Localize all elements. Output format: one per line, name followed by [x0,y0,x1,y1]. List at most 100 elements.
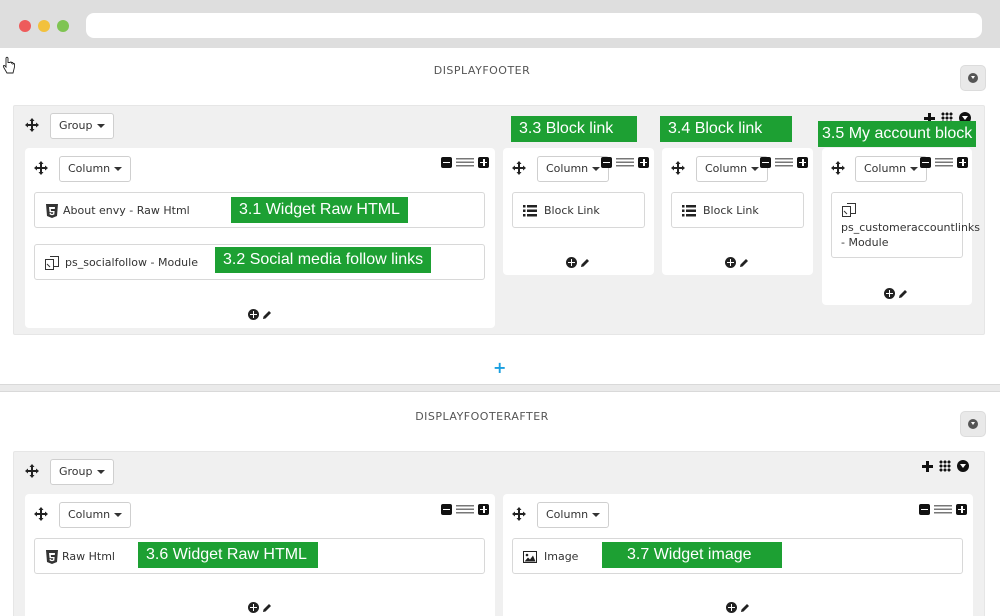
add-widget-icon[interactable] [726,602,737,613]
lines-icon[interactable] [456,504,474,514]
annotation-tag: 3.3 Block link [511,116,637,142]
caret-down-icon [592,513,601,517]
minus-icon[interactable] [760,156,771,168]
minus-icon[interactable] [920,156,931,168]
column-dropdown-label: Column [546,508,589,521]
widget-item[interactable]: ps_customeraccountlinks - Module [831,192,980,258]
add-widget-icon[interactable] [248,309,259,320]
widget-item[interactable]: Block Link [671,192,804,228]
column-dropdown-label: Column [68,508,111,521]
column-dropdown[interactable]: Column [696,156,769,182]
add-column-icon[interactable] [922,460,933,472]
move-icon[interactable] [512,507,526,521]
add-widget-icon[interactable] [725,257,736,268]
column-tools [760,156,808,168]
plus-icon[interactable] [956,503,967,515]
maximize-window-button[interactable] [57,20,69,32]
html5-icon [46,550,58,564]
column-tools [601,156,649,168]
widget-label: About envy - Raw Html [63,204,190,217]
column-tools [441,156,489,168]
widget-label: Raw Html [62,550,115,563]
pencil-icon[interactable] [739,258,749,268]
group-dropdown[interactable]: Group [50,113,114,139]
caret-down-icon [592,167,601,171]
widget-label: Block Link [703,204,759,217]
add-widget-icon[interactable] [566,257,577,268]
caret-down-icon [96,470,105,474]
minimize-window-button[interactable] [38,20,50,32]
add-edit-controls [726,602,750,613]
collapse-hook-button[interactable] [960,411,986,437]
plus-icon[interactable] [797,156,808,168]
column-tools [920,156,968,168]
list-icon [682,205,696,217]
column-dropdown[interactable]: Column [59,502,132,528]
plus-icon[interactable] [478,156,489,168]
add-widget-icon[interactable] [248,602,259,613]
move-icon[interactable] [25,118,39,132]
move-icon[interactable] [34,161,48,175]
browser-toolbar [0,0,1000,48]
add-widget-icon[interactable] [884,288,895,299]
plus-icon[interactable] [478,503,489,515]
move-icon[interactable] [34,507,48,521]
annotation-tag: 3.1 Widget Raw HTML [231,197,408,223]
caret-down-icon [910,167,919,171]
column-dropdown[interactable]: Column [537,156,610,182]
pencil-icon[interactable] [740,603,750,613]
widget-item[interactable]: Block Link [512,192,645,228]
group-dropdown-label: Group [59,119,93,132]
lines-icon[interactable] [935,157,953,167]
annotation-tag: 3.4 Block link [660,116,792,142]
minus-icon[interactable] [919,503,930,515]
lines-icon[interactable] [934,504,952,514]
annotation-tag: 3.7 Widget image [602,542,782,568]
move-icon[interactable] [25,464,39,478]
column-dropdown[interactable]: Column [537,502,610,528]
caret-down-icon [751,167,760,171]
hook-title: DISPLAYFOOTER [433,64,531,77]
column-dropdown[interactable]: Column [855,156,928,182]
group-dropdown[interactable]: Group [50,459,114,485]
add-group-button[interactable]: + [493,360,506,376]
address-bar[interactable] [86,13,982,38]
lines-icon[interactable] [456,157,474,167]
move-icon[interactable] [831,161,845,175]
plus-icon[interactable] [638,156,649,168]
column-tools [919,503,967,515]
list-icon [523,205,537,217]
grid-icon[interactable] [939,460,951,472]
widget-label: ps_customeraccountlinks [841,221,981,234]
close-window-button[interactable] [19,20,31,32]
section-divider [0,384,1000,392]
caret-down-icon [96,124,105,128]
hand-cursor-icon [2,56,15,74]
plus-icon[interactable] [957,156,968,168]
pencil-icon[interactable] [262,310,272,320]
collapse-hook-button[interactable] [960,65,986,91]
module-icon [45,256,59,270]
group-tools [922,460,969,472]
lines-icon[interactable] [775,157,793,167]
pencil-icon[interactable] [262,603,272,613]
add-edit-controls [248,602,272,613]
column-dropdown-label: Column [705,162,748,175]
add-edit-controls [884,288,908,299]
move-icon[interactable] [512,161,526,175]
widget-label: ps_socialfollow - Module [65,256,198,269]
minus-icon[interactable] [601,156,612,168]
column-dropdown-label: Column [546,162,589,175]
column-dropdown-label: Column [864,162,907,175]
pencil-icon[interactable] [580,258,590,268]
caret-down-icon [114,513,123,517]
annotation-tag: 3.2 Social media follow links [215,247,432,273]
minus-icon[interactable] [441,156,452,168]
download-icon[interactable] [957,460,969,472]
column-dropdown[interactable]: Column [59,156,132,182]
move-icon[interactable] [671,161,685,175]
lines-icon[interactable] [616,157,634,167]
hook-title: DISPLAYFOOTERAFTER [415,410,549,423]
pencil-icon[interactable] [898,289,908,299]
minus-icon[interactable] [441,503,452,515]
